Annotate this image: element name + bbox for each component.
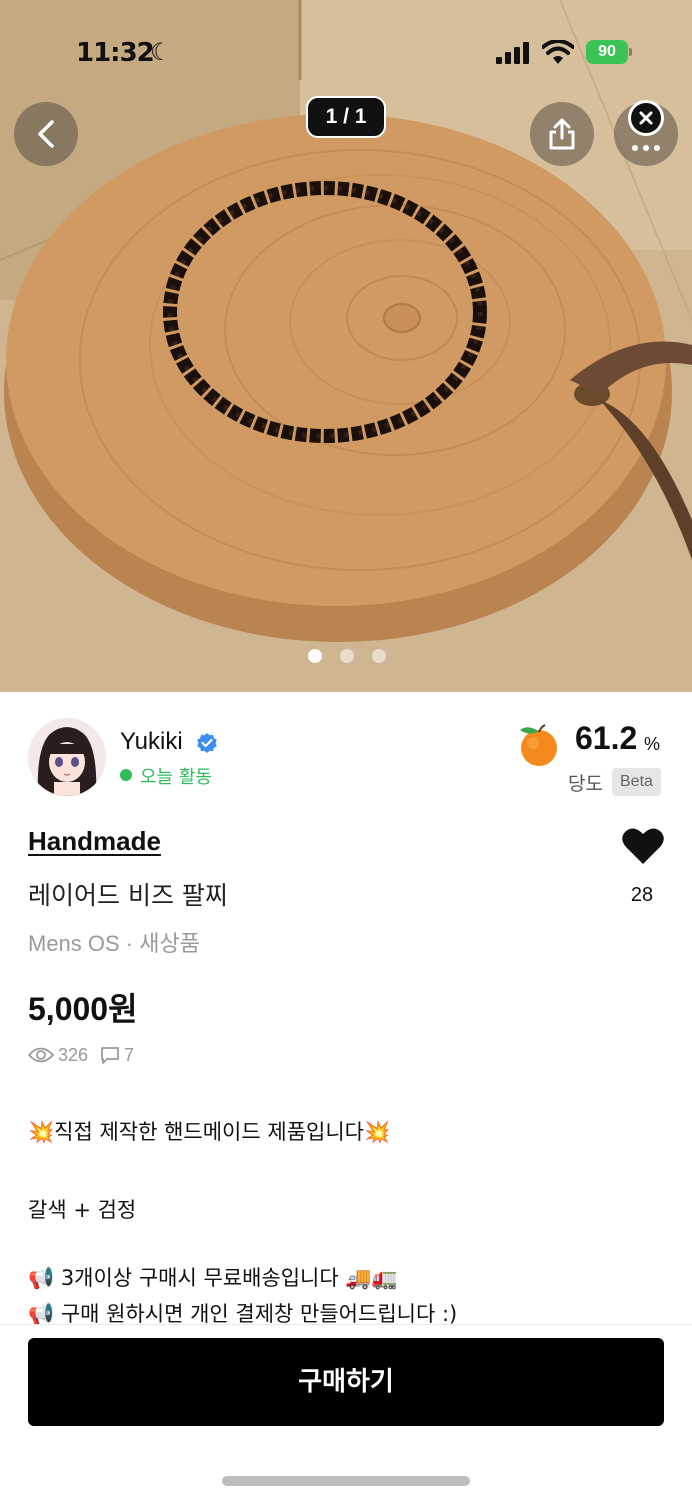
image-counter: 1 / 1: [306, 96, 386, 138]
home-indicator[interactable]: [222, 1476, 470, 1486]
status-time: 11:32: [76, 38, 155, 68]
focus-moon-icon: ☾: [150, 38, 172, 66]
cellular-signal-icon: [496, 42, 529, 64]
temperature-value: 61.2: [575, 720, 638, 756]
verified-badge-icon: [197, 733, 217, 753]
product-meta: Mens OS · 새상품: [28, 931, 200, 956]
view-count: 326: [58, 1044, 89, 1065]
pagination-dot[interactable]: [340, 649, 354, 663]
pagination-dot[interactable]: [308, 649, 322, 663]
wifi-icon: [542, 40, 574, 64]
peach-icon: [520, 724, 557, 766]
close-button[interactable]: [628, 100, 664, 136]
eye-icon: [28, 1047, 54, 1063]
close-icon: [639, 111, 653, 125]
activity-dot: [120, 769, 132, 781]
temperature-unit: %: [644, 734, 661, 754]
product-title: 레이어드 비즈 팔찌: [28, 881, 228, 910]
chat-count: 7: [124, 1044, 135, 1065]
beta-badge: Beta: [612, 768, 661, 796]
like-count: 28: [630, 884, 654, 906]
seller-name[interactable]: Yukiki: [120, 728, 183, 756]
product-photo[interactable]: 11:32 ☾ 90 1 / 1: [0, 0, 692, 692]
status-bar: 11:32 ☾ 90: [0, 0, 692, 104]
description-line: 📢 3개이상 구매시 무료배송입니다 🚚🚛: [28, 1266, 398, 1290]
share-button[interactable]: [530, 102, 594, 166]
battery-level: 90: [586, 40, 628, 64]
description-line: 갈색 + 검정: [28, 1198, 137, 1222]
seller-avatar[interactable]: [28, 718, 106, 796]
pagination-dot[interactable]: [372, 649, 386, 663]
chevron-left-icon: [38, 120, 54, 148]
gallery-pagination: [306, 649, 396, 665]
battery-icon: 90: [586, 40, 632, 66]
more-icon: [632, 145, 660, 151]
buy-button[interactable]: 구매하기: [28, 1338, 664, 1426]
product-price: 5,000원: [28, 991, 138, 1027]
back-button[interactable]: [14, 102, 78, 166]
seller-activity: 오늘 활동: [140, 767, 212, 788]
share-icon: [549, 118, 575, 150]
brand-link[interactable]: Handmade: [28, 826, 161, 857]
avatar-image: [28, 718, 106, 796]
heart-icon[interactable]: [621, 826, 665, 866]
product-stats: 326 7: [28, 1043, 134, 1067]
temperature-label: 당도: [568, 773, 603, 795]
description-line: 💥직접 제작한 핸드메이드 제품입니다💥: [28, 1120, 391, 1144]
chat-icon: [101, 1047, 119, 1064]
